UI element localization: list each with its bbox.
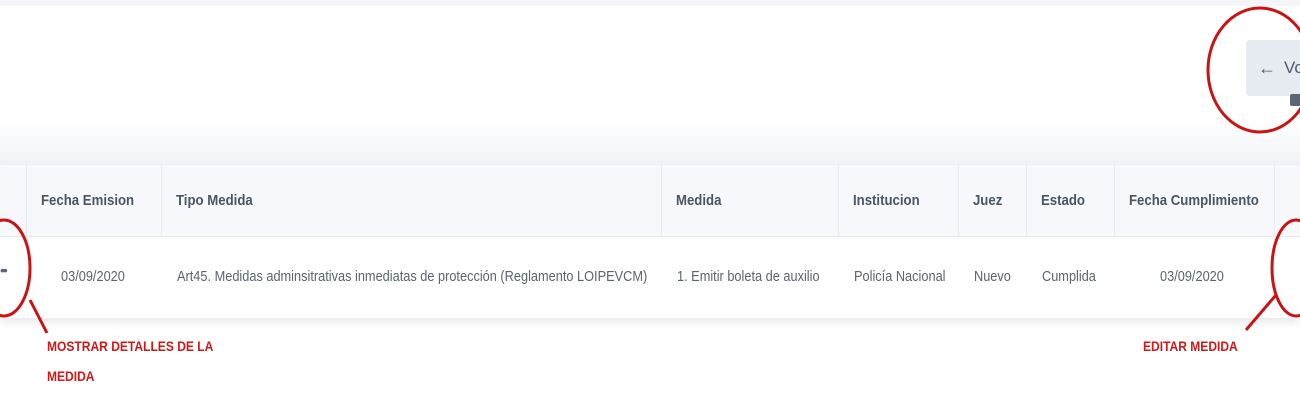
back-button-label: Vol (1284, 58, 1300, 77)
table-body: •• 03/09/2020 Art45. Medidas adminsitrat… (0, 236, 1300, 318)
annotation-edit: EDITAR MEDIDA (1143, 338, 1238, 354)
top-band (0, 0, 1300, 6)
table-header: Fecha Emision Tipo Medida Medida Institu… (0, 165, 1300, 237)
measures-table: Fecha Emision Tipo Medida Medida Institu… (0, 165, 1300, 318)
col-fecha-emision[interactable]: Fecha Emision (26, 165, 145, 236)
edit-icon[interactable] (1290, 94, 1300, 106)
col-estado[interactable]: Estado (1026, 165, 1103, 236)
cell-juez: Nuevo (974, 269, 1011, 285)
cell-fecha-emision: 03/09/2020 (61, 269, 125, 285)
more-dots-icon[interactable]: •• (0, 262, 14, 278)
col-tipo-medida[interactable]: Tipo Medida (161, 165, 601, 236)
col-medida[interactable]: Medida (661, 165, 817, 236)
col-juez[interactable]: Juez (958, 165, 1018, 236)
annotation-details: MOSTRAR DETALLES DE LA MEDIDA (47, 338, 214, 384)
card-shadow (0, 120, 1300, 166)
cell-fecha-cumplimiento: 03/09/2020 (1160, 269, 1224, 285)
cell-medida: 1. Emitir boleta de auxilio (677, 269, 820, 285)
col-institucion[interactable]: Institucion (838, 165, 944, 236)
col-fecha-cumplimiento[interactable]: Fecha Cumplimiento (1114, 165, 1259, 236)
cell-institucion: Policía Nacional (854, 269, 946, 285)
cell-estado: Cumplida (1042, 269, 1096, 285)
back-button[interactable]: ← Vol (1246, 40, 1300, 96)
arrow-left-icon: ← (1258, 57, 1276, 78)
col-actions (1274, 165, 1297, 236)
cell-tipo-medida: Art45. Medidas adminsitrativas inmediata… (177, 269, 648, 285)
